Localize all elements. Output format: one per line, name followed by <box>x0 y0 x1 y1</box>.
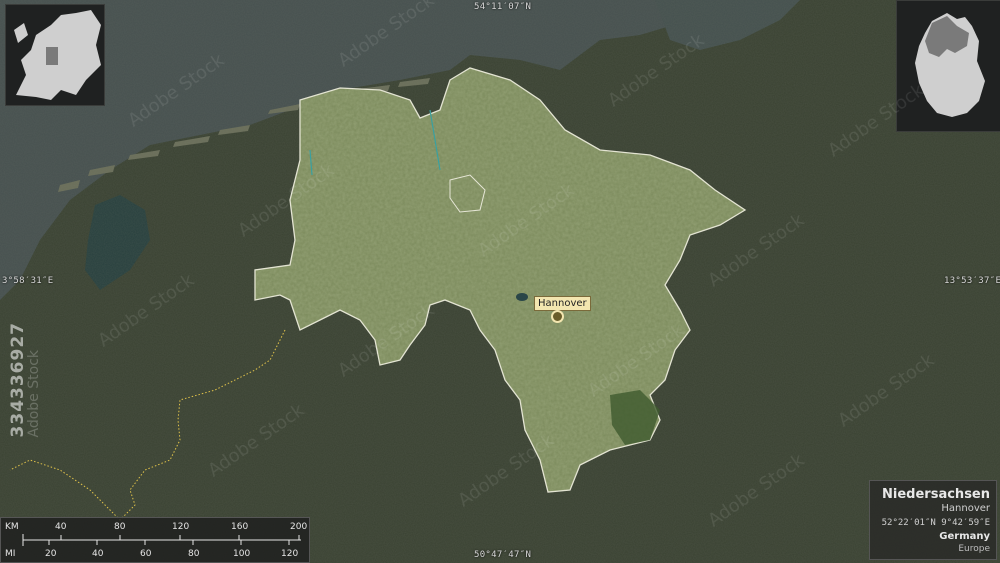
scale-mi-tick: 60 <box>140 549 152 559</box>
scale-km-tick: 80 <box>114 522 126 532</box>
coordinate-left: 3°58′31″E <box>2 276 54 286</box>
info-legend: Niedersachsen Hannover 52°22′01″N 9°42′5… <box>869 480 997 560</box>
coordinate-right: 13°53′37″E <box>944 276 1000 286</box>
scale-mi-tick: 80 <box>188 549 200 559</box>
scale-km-tick: 120 <box>172 522 190 532</box>
scale-mi-tick: 40 <box>92 549 104 559</box>
europe-locator-inset <box>5 4 105 106</box>
map-view[interactable]: 54°11′07″N 50°47′47″N 3°58′31″E 13°53′37… <box>0 0 1000 563</box>
germany-locator-inset <box>896 0 1000 132</box>
steinhuder-meer <box>516 293 528 301</box>
scale-km-tick: 200 <box>290 522 308 532</box>
city-marker-icon[interactable] <box>551 310 564 323</box>
scale-km-unit: KM <box>5 522 19 532</box>
capital-name: Hannover <box>941 503 990 514</box>
satellite-map <box>0 0 1000 563</box>
scale-mi-tick: 120 <box>281 549 299 559</box>
scale-km-tick: 160 <box>231 522 249 532</box>
coordinate-bottom: 50°47′47″N <box>474 550 532 560</box>
region-name: Niedersachsen <box>882 487 990 502</box>
scale-mi-tick: 20 <box>45 549 57 559</box>
city-label-hannover: Hannover <box>534 296 591 311</box>
scale-mi-unit: MI <box>5 549 16 559</box>
scale-km-tick: 40 <box>55 522 67 532</box>
scale-bar: KM 40 80 120 160 200 MI 20 40 60 80 100 … <box>0 517 310 563</box>
watermark-id: 334336927 <box>8 322 28 438</box>
coordinate-top: 54°11′07″N <box>474 2 532 12</box>
watermark-stock: Adobe Stock <box>26 350 42 438</box>
capital-coordinates: 52°22′01″N 9°42′59″E <box>881 518 990 528</box>
continent-name: Europe <box>958 544 990 554</box>
country-name: Germany <box>939 531 990 542</box>
scale-mi-tick: 100 <box>233 549 251 559</box>
